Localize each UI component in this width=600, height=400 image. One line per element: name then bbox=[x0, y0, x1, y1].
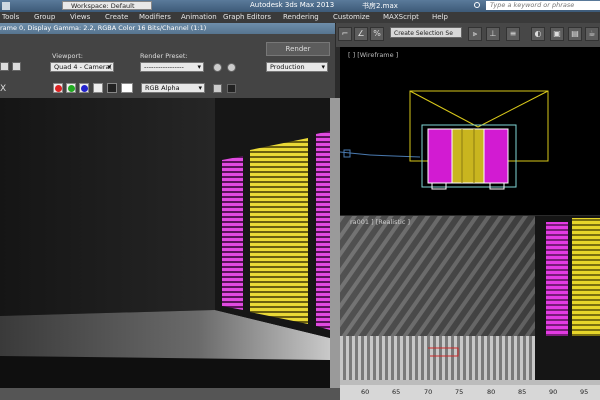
render-frame-title: rame 0, Display Gamma: 2.2, RGBA Color 1… bbox=[0, 24, 207, 32]
render-frame-statusbar bbox=[0, 388, 340, 400]
timeline-tick: 95 bbox=[580, 388, 589, 396]
timeline-tick: 65 bbox=[392, 388, 401, 396]
channel-dropdown[interactable]: RGB Alpha bbox=[141, 83, 205, 93]
monochrome-icon[interactable] bbox=[107, 83, 117, 93]
render-frame-scrollbar[interactable] bbox=[330, 98, 340, 388]
menu-create[interactable]: Create bbox=[105, 13, 128, 21]
app-logo-icon[interactable] bbox=[2, 2, 10, 10]
production-dropdown[interactable]: Production bbox=[266, 62, 328, 72]
menu-tools[interactable]: Tools bbox=[2, 13, 19, 21]
menu-customize[interactable]: Customize bbox=[333, 13, 370, 21]
file-name: 书房2.max bbox=[362, 2, 398, 10]
preset-save-icon[interactable] bbox=[227, 63, 236, 72]
copy-image-icon[interactable] bbox=[12, 62, 21, 71]
title-bar: Workspace: Default Autodesk 3ds Max 2013… bbox=[0, 0, 600, 12]
menu-group[interactable]: Group bbox=[34, 13, 55, 21]
timeline-tick: 60 bbox=[361, 388, 370, 396]
blue-channel-toggle[interactable] bbox=[79, 83, 89, 93]
save-image-icon[interactable] bbox=[0, 62, 9, 71]
top-viewport-wireframe bbox=[340, 90, 549, 190]
menu-help[interactable]: Help bbox=[432, 13, 448, 21]
top-viewport[interactable]: [ ] [Wireframe ] bbox=[340, 47, 600, 215]
display-window-icon[interactable] bbox=[227, 84, 236, 93]
search-icon[interactable] bbox=[474, 2, 480, 8]
menu-modifiers[interactable]: Modifiers bbox=[139, 13, 171, 21]
rendered-image bbox=[0, 98, 330, 388]
viewport-dropdown[interactable]: Quad 4 - Camera( bbox=[50, 62, 114, 72]
mirror-icon[interactable]: ⫸ bbox=[468, 27, 482, 41]
menu-rendering[interactable]: Rendering bbox=[283, 13, 319, 21]
render-preset-dropdown[interactable]: ----------------- bbox=[140, 62, 204, 72]
render-icon[interactable]: ☕ bbox=[585, 27, 599, 41]
percent-snap-icon[interactable]: % bbox=[370, 27, 384, 41]
camera-viewport-label[interactable]: ra001 ] [Realistic ] bbox=[350, 218, 410, 226]
search-input[interactable]: Type a keyword or phrase bbox=[486, 1, 600, 10]
render-setup-icon[interactable]: ▣ bbox=[550, 27, 564, 41]
menu-views[interactable]: Views bbox=[70, 13, 90, 21]
clear-icon[interactable]: X bbox=[0, 84, 6, 94]
camera-viewport-scene bbox=[340, 216, 600, 380]
render-preset-label: Render Preset: bbox=[140, 52, 188, 60]
selection-set-dropdown[interactable]: Create Selection Se bbox=[390, 27, 462, 38]
render-button[interactable]: Render bbox=[266, 42, 330, 56]
menu-animation[interactable]: Animation bbox=[181, 13, 217, 21]
rendered-frame-icon[interactable]: ▤ bbox=[568, 27, 582, 41]
menu-maxscript[interactable]: MAXScript bbox=[383, 13, 419, 21]
main-toolbar: ⌐ ∠ % ⫸ ⊥ ≡ ◐ ▣ ▤ ☕ bbox=[336, 23, 600, 47]
render-frame-titlebar[interactable]: rame 0, Display Gamma: 2.2, RGBA Color 1… bbox=[0, 23, 335, 34]
align-icon[interactable]: ⊥ bbox=[486, 27, 500, 41]
timeline-tick: 70 bbox=[424, 388, 433, 396]
camera-viewport[interactable]: ra001 ] [Realistic ] bbox=[340, 216, 600, 380]
timeline-tick: 90 bbox=[549, 388, 558, 396]
snap-icon[interactable]: ⌐ bbox=[338, 27, 352, 41]
rendered-scene bbox=[0, 98, 330, 388]
material-editor-icon[interactable]: ◐ bbox=[531, 27, 545, 41]
preset-load-icon[interactable] bbox=[213, 63, 222, 72]
timeline-tick: 75 bbox=[455, 388, 464, 396]
red-channel-toggle[interactable] bbox=[53, 83, 63, 93]
timeline-tick: 80 bbox=[487, 388, 496, 396]
alpha-channel-icon[interactable] bbox=[93, 83, 103, 93]
viewport-label: Viewport: bbox=[52, 52, 83, 60]
menu-graph-editors[interactable]: Graph Editors bbox=[223, 13, 271, 21]
workspace-dropdown[interactable]: Workspace: Default bbox=[62, 1, 152, 10]
green-channel-toggle[interactable] bbox=[66, 83, 76, 93]
timeline-track[interactable] bbox=[340, 380, 600, 385]
color-swatch[interactable] bbox=[121, 83, 133, 93]
render-frame-controls: Viewport: Quad 4 - Camera( Render Preset… bbox=[0, 34, 335, 98]
display-toggle-icon[interactable] bbox=[213, 84, 222, 93]
layer-icon[interactable]: ≡ bbox=[506, 27, 520, 41]
timeline[interactable]: 60 65 70 75 80 85 90 95 bbox=[340, 380, 600, 400]
timeline-tick: 85 bbox=[518, 388, 527, 396]
angle-snap-icon[interactable]: ∠ bbox=[354, 27, 368, 41]
app-title: Autodesk 3ds Max 2013 bbox=[250, 1, 335, 9]
